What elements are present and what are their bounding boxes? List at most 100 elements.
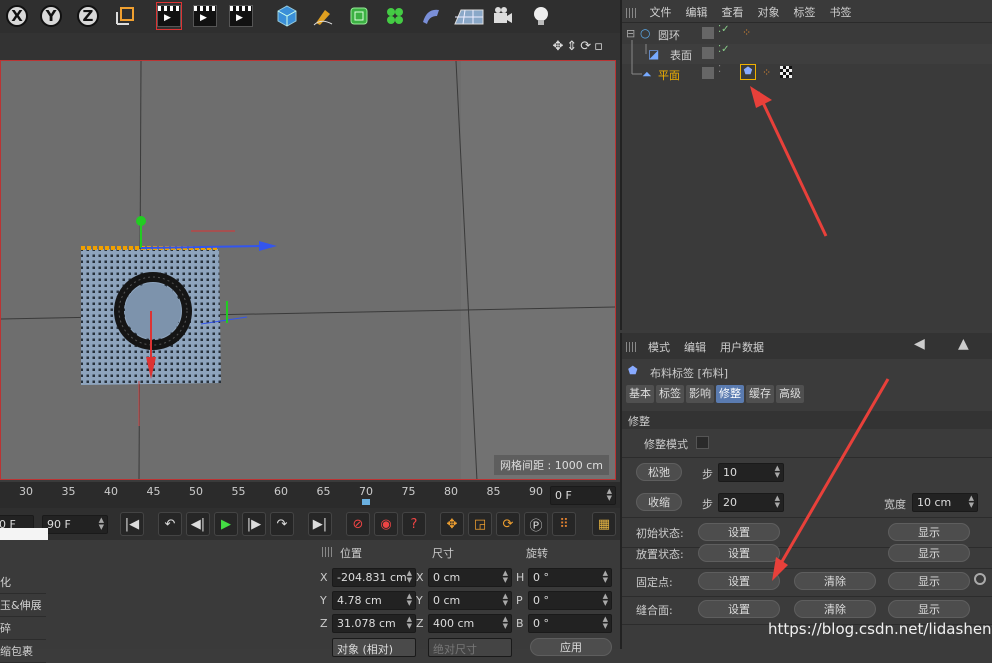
rotation-field[interactable]: 0 ° ▲ ▼	[528, 614, 612, 633]
key-param-button[interactable]: Ⓟ	[524, 512, 548, 536]
floor-button[interactable]	[452, 2, 486, 30]
floor-icon	[454, 9, 484, 25]
coordinates-manager: 位置 尺寸 旋转 X -204.831 cm ▲ ▼ X 0 cm ▲ ▼ H 0 ° ▲ ▼ Y 4.7…	[316, 540, 620, 657]
z-axis-label: Z	[77, 5, 99, 27]
timeline-ruler[interactable]: 30 35 40 45 50 55 60 65 70 75 80 85 90 0 F ▲ ▼	[0, 482, 620, 508]
timeline-tick-label: 55	[231, 485, 246, 498]
deform-menu-item[interactable]: 碎	[0, 618, 46, 640]
deform-menu-item[interactable]: 化	[0, 572, 46, 594]
next-frame-button[interactable]: |▶	[242, 512, 266, 536]
render-view-button[interactable]	[156, 2, 182, 30]
light-bulb-icon	[534, 7, 548, 25]
main-toolbar: X Y Z	[0, 0, 620, 34]
light-button[interactable]	[528, 2, 554, 30]
position-axis-label: Z	[320, 617, 328, 630]
rotation-axis-label: H	[516, 571, 525, 584]
size-header: 尺寸	[432, 547, 454, 560]
cloner-button[interactable]	[382, 2, 408, 30]
position-field[interactable]: 31.078 cm ▲ ▼	[332, 614, 416, 633]
rotation-axis-label: B	[516, 617, 524, 630]
pen-button[interactable]	[310, 2, 336, 30]
position-field[interactable]: -204.831 cm ▲ ▼	[332, 568, 416, 587]
y-axis-lock-button[interactable]: Y	[38, 2, 64, 30]
coordinate-mode-select[interactable]: 对象 (相对)	[332, 638, 416, 657]
timeline-tick-label: 60	[274, 485, 288, 498]
coordinate-system-button[interactable]	[112, 2, 138, 30]
rotation-field-value: 0 °	[533, 594, 549, 607]
clapper-icon	[157, 5, 181, 27]
rotation-field[interactable]: 0 ° ▲ ▼	[528, 568, 612, 587]
play-button[interactable]: ▶	[214, 512, 238, 536]
timeline-tick-label: 90	[529, 485, 543, 498]
end-frame-field[interactable]: 90 F ▲ ▼	[42, 515, 108, 534]
clapper-gear-icon	[229, 5, 253, 27]
viewport-navigation-icons[interactable]: ✥⇕⟳▫	[553, 39, 607, 54]
viewport-scene	[1, 61, 615, 479]
size-axis-label: Z	[416, 617, 424, 630]
size-field-value: 0 cm	[433, 594, 461, 607]
z-axis-lock-button[interactable]: Z	[75, 2, 101, 30]
render-picture-viewer-button[interactable]	[192, 2, 218, 30]
transport-bar: 0 F 90 F ▲ ▼ |◀ ↶ ◀| ▶ |▶ ↷ ▶| ⊘ ◉ ? ✥ ◲ ⟳…	[0, 508, 620, 540]
torus-object[interactable]	[114, 272, 192, 350]
key-rotate-button[interactable]: ⟳	[496, 512, 520, 536]
coordinate-system-icon	[116, 7, 134, 25]
record-keys-button[interactable]: ⊘	[346, 512, 370, 536]
key-move-button[interactable]: ✥	[440, 512, 464, 536]
timeline-tick-label: 35	[61, 485, 76, 498]
rotation-field-value: 0 °	[533, 617, 549, 630]
coordinate-mode-value: 对象 (相对)	[337, 643, 394, 656]
position-field-value: 31.078 cm	[337, 617, 396, 630]
timeline-tick-label: 65	[316, 485, 331, 498]
go-to-start-button[interactable]: |◀	[120, 512, 144, 536]
key-scale-button[interactable]: ◲	[468, 512, 492, 536]
size-field[interactable]: 0 cm ▲ ▼	[428, 568, 512, 587]
deformer-button[interactable]	[418, 2, 444, 30]
playhead-marker[interactable]	[362, 499, 370, 505]
timeline-tick-label: 85	[486, 485, 501, 498]
timeline-tick-label: 80	[444, 485, 458, 498]
current-frame-field[interactable]: 0 F ▲ ▼	[550, 486, 616, 505]
x-axis-lock-button[interactable]: X	[4, 2, 30, 30]
position-header: 位置	[340, 547, 362, 560]
position-axis-label: Y	[320, 594, 327, 607]
next-key-button[interactable]: ↷	[270, 512, 294, 536]
size-field[interactable]: 400 cm ▲ ▼	[428, 614, 512, 633]
deform-menu-item[interactable]: 玉&伸展	[0, 595, 46, 617]
size-mode-value: 绝对尺寸	[433, 643, 477, 656]
annotation-overlay	[631, 40, 828, 237]
watermark-text: https://blog.csdn.net/lidashent	[768, 620, 992, 638]
end-frame-value: 90 F	[47, 518, 71, 531]
position-field-value: 4.78 cm	[337, 594, 382, 607]
size-field[interactable]: 0 cm ▲ ▼	[428, 591, 512, 610]
previous-frame-button[interactable]: ◀|	[186, 512, 210, 536]
attribute-manager: 模式 编辑 用户数据 ◀ ▲ ⬟ 布料标签 [布料] 基本 标签 影响 修整 缓存 高级 修整…	[620, 333, 992, 649]
deform-menu-list: 化玉&伸展碎缩包裹	[0, 540, 48, 663]
rotation-axis-label: P	[516, 594, 523, 607]
key-help-button[interactable]: ?	[402, 512, 426, 536]
size-mode-select[interactable]: 绝对尺寸	[428, 638, 512, 657]
cube-button[interactable]	[274, 2, 300, 30]
timeline-window-button[interactable]: ▦	[592, 512, 616, 536]
position-field[interactable]: 4.78 cm ▲ ▼	[332, 591, 416, 610]
previous-key-button[interactable]: ↶	[158, 512, 182, 536]
rotation-field-value: 0 °	[533, 571, 549, 584]
deformer-icon	[423, 9, 439, 24]
render-settings-button[interactable]	[228, 2, 254, 30]
rotation-header: 旋转	[526, 547, 548, 560]
camera-button[interactable]	[490, 2, 516, 30]
subdivision-button[interactable]	[346, 2, 372, 30]
size-field-value: 0 cm	[433, 571, 461, 584]
rotation-field[interactable]: 0 ° ▲ ▼	[528, 591, 612, 610]
clapper-icon	[193, 5, 217, 27]
coordinates-grip	[322, 545, 334, 558]
pen-icon	[313, 10, 333, 26]
3d-viewport[interactable]: 网格间距 : 1000 cm	[0, 60, 616, 480]
deform-menu-item[interactable]: 缩包裹	[0, 641, 46, 663]
autokey-button[interactable]: ◉	[374, 512, 398, 536]
timeline-tick-label: 30	[19, 485, 33, 498]
timeline-tick-label: 50	[189, 485, 203, 498]
go-to-end-button[interactable]: ▶|	[308, 512, 332, 536]
key-pla-button[interactable]: ⠿	[552, 512, 576, 536]
apply-button[interactable]: 应用	[530, 638, 612, 656]
